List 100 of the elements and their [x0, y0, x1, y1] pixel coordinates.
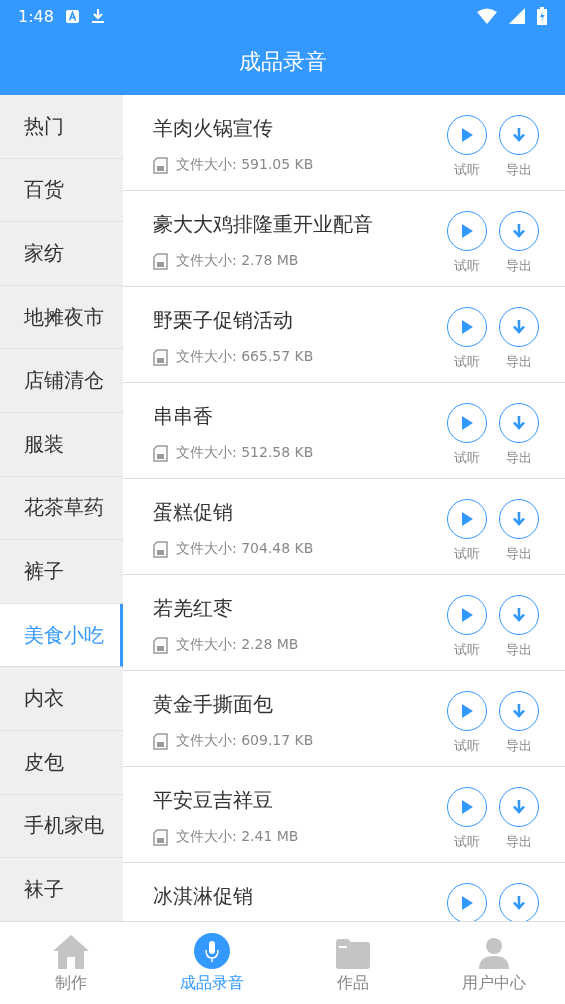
down-arrow-icon — [512, 799, 526, 815]
category-tab[interactable]: 裤子 — [0, 540, 123, 604]
sd-card-icon — [153, 348, 168, 366]
user-icon — [479, 937, 510, 969]
export-label: 导出 — [506, 257, 532, 275]
page-title: 成品录音 — [237, 47, 328, 76]
file-size: 文件大小: 704.48 KB — [176, 540, 314, 558]
download-button[interactable] — [499, 787, 539, 827]
status-time: 1:48 — [18, 6, 54, 26]
play-button[interactable] — [447, 883, 487, 921]
category-tab[interactable]: 家纺 — [0, 222, 123, 286]
download-button[interactable] — [499, 883, 539, 921]
nav-tab[interactable]: 用户中心 — [423, 922, 565, 1004]
category-tab[interactable]: 皮包 — [0, 730, 123, 795]
play-icon — [460, 895, 474, 911]
play-button[interactable] — [447, 787, 487, 827]
down-arrow-icon — [512, 703, 526, 719]
category-tab[interactable]: 热门 — [0, 95, 123, 159]
download-button[interactable] — [499, 403, 539, 443]
export-label: 导出 — [506, 641, 532, 659]
download-button[interactable] — [499, 595, 539, 635]
play-button[interactable] — [447, 499, 487, 539]
down-arrow-icon — [512, 127, 526, 143]
home-icon — [52, 935, 89, 969]
sd-card-icon — [153, 444, 168, 462]
play-icon — [460, 223, 474, 239]
sd-card-icon — [153, 732, 168, 750]
recording-title: 黄金手撕面包 — [153, 691, 274, 718]
category-tab[interactable]: 花茶草药 — [0, 476, 123, 541]
category-tab[interactable]: 地摊夜市 — [0, 285, 123, 350]
down-arrow-icon — [512, 223, 526, 239]
folder-icon — [336, 939, 371, 969]
listen-label: 试听 — [454, 257, 480, 275]
play-icon — [460, 799, 474, 815]
file-size: 文件大小: 2.41 MB — [176, 828, 299, 846]
play-button[interactable] — [447, 115, 487, 155]
sd-card-icon — [153, 828, 168, 846]
category-tab[interactable]: 内衣 — [0, 667, 123, 731]
signal-icon — [509, 8, 525, 24]
download-icon — [90, 8, 105, 24]
file-size: 文件大小: 2.78 MB — [176, 252, 299, 270]
listen-label: 试听 — [454, 545, 480, 563]
down-arrow-icon — [512, 319, 526, 335]
listen-label: 试听 — [454, 449, 480, 467]
sd-card-icon — [153, 636, 168, 654]
recording-title: 蛋糕促销 — [153, 499, 234, 526]
category-tab[interactable]: 店铺清仓 — [0, 349, 123, 413]
category-tab[interactable]: 百货 — [0, 158, 123, 223]
export-label: 导出 — [506, 161, 532, 179]
export-label: 导出 — [506, 353, 532, 371]
play-button[interactable] — [447, 691, 487, 731]
recording-title: 羊肉火锅宣传 — [153, 115, 274, 142]
down-arrow-icon — [512, 415, 526, 431]
play-button[interactable] — [447, 211, 487, 251]
file-size: 文件大小: 609.17 KB — [176, 732, 314, 750]
play-button[interactable] — [447, 307, 487, 347]
sd-card-icon — [153, 252, 168, 270]
text-notification-icon — [65, 9, 79, 23]
recording-title: 豪大大鸡排隆重开业配音 — [153, 211, 374, 238]
microphone-icon — [193, 933, 230, 969]
file-size: 文件大小: 665.57 KB — [176, 348, 314, 366]
play-button[interactable] — [447, 403, 487, 443]
play-icon — [460, 703, 474, 719]
export-label: 导出 — [506, 449, 532, 467]
down-arrow-icon — [512, 607, 526, 623]
play-icon — [460, 511, 474, 527]
play-button[interactable] — [447, 595, 487, 635]
listen-label: 试听 — [454, 737, 480, 755]
listen-label: 试听 — [454, 353, 480, 371]
category-tab[interactable]: 服装 — [0, 412, 123, 477]
nav-tab[interactable]: 制作 — [0, 922, 142, 1004]
wifi-icon — [477, 8, 497, 24]
recording-title: 若羌红枣 — [153, 595, 234, 622]
nav-tab[interactable]: 作品 — [282, 922, 424, 1004]
sd-card-icon — [153, 540, 168, 558]
download-button[interactable] — [499, 211, 539, 251]
play-icon — [460, 415, 474, 431]
download-button[interactable] — [499, 115, 539, 155]
download-button[interactable] — [499, 307, 539, 347]
export-label: 导出 — [506, 833, 532, 851]
down-arrow-icon — [512, 895, 526, 911]
battery-icon — [537, 7, 547, 25]
category-tab[interactable]: 手机家电 — [0, 794, 123, 859]
recording-title: 平安豆吉祥豆 — [153, 787, 274, 814]
recording-title: 野栗子促销活动 — [153, 307, 294, 334]
file-size: 文件大小: 512.58 KB — [176, 444, 314, 462]
export-label: 导出 — [506, 545, 532, 563]
listen-label: 试听 — [454, 161, 480, 179]
recording-title: 串串香 — [153, 403, 214, 430]
download-button[interactable] — [499, 691, 539, 731]
listen-label: 试听 — [454, 833, 480, 851]
play-icon — [460, 607, 474, 623]
play-icon — [460, 319, 474, 335]
recording-title: 冰淇淋促销 — [153, 883, 254, 910]
play-icon — [460, 127, 474, 143]
download-button[interactable] — [499, 499, 539, 539]
export-label: 导出 — [506, 737, 532, 755]
file-size: 文件大小: 2.28 MB — [176, 636, 299, 654]
down-arrow-icon — [512, 511, 526, 527]
sd-card-icon — [153, 156, 168, 174]
